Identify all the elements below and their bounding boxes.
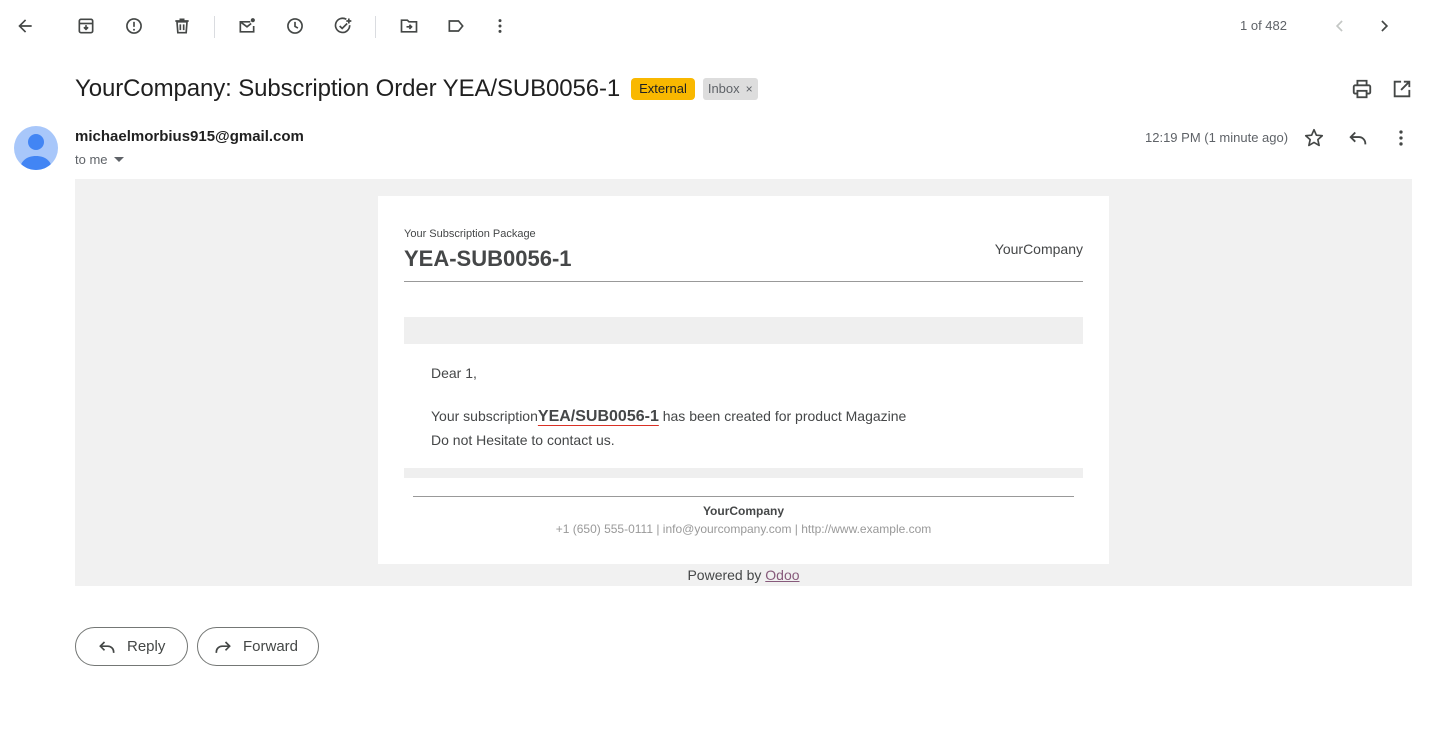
recipient-details[interactable]: to me	[75, 152, 124, 167]
toolbar: 1 of 482	[0, 0, 1432, 52]
subject-row: YourCompany: Subscription Order YEA/SUB0…	[75, 72, 758, 106]
snooze-icon	[287, 18, 303, 34]
delete-button[interactable]	[164, 8, 200, 44]
pager-count: 1 of 482	[1240, 18, 1287, 33]
sender-email[interactable]: michaelmorbius915@gmail.com	[75, 128, 304, 145]
add-task-icon	[334, 17, 352, 34]
older-button[interactable]	[1366, 8, 1402, 44]
external-label: External	[631, 78, 695, 100]
chevron-down-icon	[113, 157, 124, 162]
toolbar-divider	[375, 16, 376, 38]
move-to-button[interactable]	[391, 8, 427, 44]
powered-by: Powered by Odoo	[75, 567, 1412, 583]
divider	[404, 281, 1083, 282]
chevron-left-icon	[1335, 20, 1343, 32]
section-bar	[404, 317, 1083, 344]
back-arrow-icon	[18, 19, 32, 33]
forward-label: Forward	[243, 638, 299, 655]
open-in-new-icon	[1393, 80, 1411, 98]
remove-label-button[interactable]: ×	[746, 80, 753, 98]
star-icon	[1304, 128, 1324, 147]
inbox-label-text: Inbox	[707, 81, 740, 96]
package-label: Your Subscription Package	[404, 228, 536, 240]
mark-unread-icon	[239, 18, 255, 33]
delete-icon	[175, 18, 189, 34]
print-icon	[1352, 79, 1372, 99]
divider	[413, 496, 1074, 497]
label-icon	[448, 20, 464, 32]
report-spam-icon	[126, 18, 142, 34]
label-button[interactable]	[438, 8, 474, 44]
forward-button[interactable]: Forward	[197, 627, 319, 666]
message-more-button[interactable]	[1388, 125, 1414, 151]
reply-icon-button[interactable]	[1345, 125, 1371, 151]
odoo-link[interactable]: Odoo	[765, 567, 799, 583]
more-options-button[interactable]	[482, 8, 518, 44]
print-button[interactable]	[1349, 76, 1375, 102]
footer-company: YourCompany	[702, 504, 785, 518]
reply-button[interactable]: Reply	[75, 627, 188, 666]
powered-by-text: Powered by	[687, 567, 766, 583]
more-vert-icon	[498, 19, 502, 33]
person-icon	[20, 134, 52, 170]
archive-icon	[78, 18, 94, 34]
email-subject: YourCompany: Subscription Order YEA/SUB0…	[75, 75, 621, 102]
greeting: Dear 1,	[431, 365, 477, 381]
archive-button[interactable]	[68, 8, 104, 44]
email-timestamp: 12:19 PM (1 minute ago)	[1145, 130, 1289, 145]
open-new-window-button[interactable]	[1389, 76, 1415, 102]
recipient-text: to me	[75, 152, 108, 167]
footer-contact: +1 (650) 555-0111 | info@yourcompany.com…	[555, 522, 932, 536]
more-vert-icon	[1399, 130, 1403, 146]
section-bar	[404, 468, 1083, 478]
newer-button[interactable]	[1322, 8, 1358, 44]
report-spam-button[interactable]	[116, 8, 152, 44]
package-code: YEA-SUB0056-1	[404, 246, 572, 271]
body-suffix: has been created for product Magazine	[658, 408, 907, 424]
forward-icon	[215, 640, 231, 653]
contact-text: Do not Hesitate to contact us.	[431, 432, 615, 448]
star-button[interactable]	[1301, 125, 1327, 151]
reply-icon	[1349, 131, 1367, 145]
reply-label: Reply	[127, 638, 166, 655]
toolbar-divider	[214, 16, 215, 38]
add-task-button[interactable]	[325, 8, 361, 44]
chevron-right-icon	[1381, 20, 1389, 32]
body-prefix: Your subscription	[431, 408, 538, 424]
reply-icon	[99, 640, 115, 653]
subscription-card: Your Subscription Package YEA-SUB0056-1 …	[378, 196, 1109, 564]
message-body: Your Subscription Package YEA-SUB0056-1 …	[75, 179, 1412, 586]
inbox-label: Inbox ×	[702, 78, 758, 100]
avatar[interactable]	[14, 126, 58, 170]
snooze-button[interactable]	[277, 8, 313, 44]
company-name: YourCompany	[994, 241, 1083, 257]
subscription-text: Your subscriptionYEA/SUB0056-1 has been …	[431, 408, 906, 426]
back-button[interactable]	[7, 8, 43, 44]
move-to-icon	[400, 19, 418, 33]
subscription-code: YEA/SUB0056-1	[537, 408, 659, 425]
mark-unread-button[interactable]	[229, 8, 265, 44]
